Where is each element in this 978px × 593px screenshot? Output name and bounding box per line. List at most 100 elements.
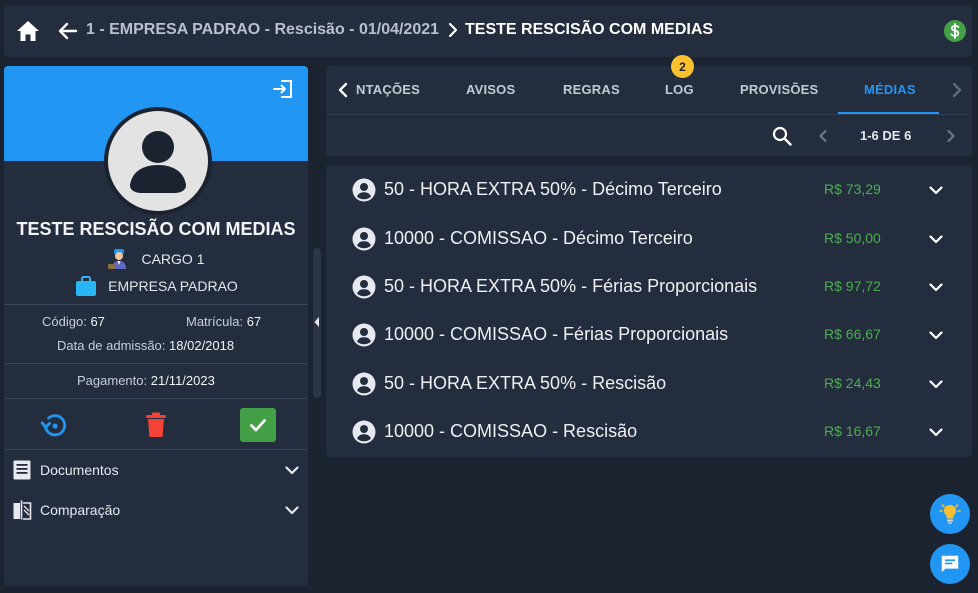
account-circle-icon xyxy=(352,275,376,299)
lightbulb-icon xyxy=(939,504,961,524)
arrow-left-icon[interactable] xyxy=(56,19,80,43)
briefcase-icon xyxy=(76,276,97,296)
chevron-left-icon[interactable] xyxy=(334,80,352,100)
list-item[interactable]: 50 - HORA EXTRA 50% - Férias Proporciona… xyxy=(326,262,972,310)
tab-bar: NTAÇÕES AVISOS REGRAS LOG PROVISÕES MÉDI… xyxy=(326,66,972,114)
item-value: R$ 66,67 xyxy=(824,326,881,342)
divider xyxy=(4,304,308,305)
log-badge: 2 xyxy=(671,55,694,78)
divider xyxy=(4,363,308,364)
employee-empresa: EMPRESA PADRAO xyxy=(4,275,308,297)
restore-button[interactable] xyxy=(36,408,72,442)
admissao-label: Data de admissão: xyxy=(57,338,166,353)
matricula-row: Matrícula: 67 xyxy=(186,314,261,329)
dollar-circle-icon[interactable] xyxy=(944,20,966,42)
tab-provisoes[interactable]: PROVISÕES xyxy=(740,82,818,97)
employee-name: TESTE RESCISÃO COM MEDIAS xyxy=(16,219,296,239)
chevron-down-icon[interactable] xyxy=(928,327,944,343)
section-label: Comparação xyxy=(40,502,121,518)
chevron-right-icon[interactable] xyxy=(942,127,960,145)
list-item[interactable]: 10000 - COMISSAO - Férias Proporcionais … xyxy=(326,310,972,358)
chevron-down-icon[interactable] xyxy=(928,182,944,198)
user-silhouette-icon xyxy=(130,131,186,193)
chat-icon xyxy=(941,555,959,573)
item-value: R$ 73,29 xyxy=(824,181,881,197)
tab-orientacoes[interactable]: NTAÇÕES xyxy=(356,82,420,97)
tab-log[interactable]: LOG xyxy=(665,82,694,97)
chevron-down-icon xyxy=(285,466,299,475)
list-item[interactable]: 10000 - COMISSAO - Décimo Terceiro R$ 50… xyxy=(326,214,972,262)
chevron-down-icon[interactable] xyxy=(928,279,944,295)
employee-cargo: CARGO 1 xyxy=(4,248,308,270)
breadcrumb-current: TESTE RESCISÃO COM MEDIAS xyxy=(465,21,714,38)
section-documentos[interactable]: Documentos xyxy=(12,455,302,485)
chevron-down-icon[interactable] xyxy=(928,376,944,392)
avatar xyxy=(104,107,212,215)
matricula-value: 67 xyxy=(246,314,262,329)
tips-button[interactable] xyxy=(930,494,970,534)
top-bar: 1 - EMPRESA PADRAO - Rescisão - 01/04/20… xyxy=(4,5,972,57)
chevron-down-icon[interactable] xyxy=(928,424,944,440)
confirm-button[interactable] xyxy=(240,408,276,442)
account-circle-icon xyxy=(352,178,376,202)
chevron-down-icon xyxy=(285,506,299,515)
item-label: 10000 - COMISSAO - Férias Proporcionais xyxy=(384,324,729,344)
delete-button[interactable] xyxy=(138,408,174,442)
item-value: R$ 24,43 xyxy=(824,375,881,391)
search-icon[interactable] xyxy=(771,125,793,147)
item-value: R$ 50,00 xyxy=(824,230,881,246)
breadcrumb: 1 - EMPRESA PADRAO - Rescisão - 01/04/20… xyxy=(86,21,713,39)
list-item[interactable]: 50 - HORA EXTRA 50% - Rescisão R$ 24,43 xyxy=(326,359,972,407)
restore-icon xyxy=(40,414,67,437)
account-circle-icon xyxy=(352,372,376,396)
item-label: 50 - HORA EXTRA 50% - Rescisão xyxy=(384,373,667,393)
pagamento-value: 21/11/2023 xyxy=(150,373,215,388)
admissao-row: Data de admissão: 18/02/2018 xyxy=(57,338,234,353)
chevron-right-icon[interactable] xyxy=(948,80,966,100)
document-list-icon xyxy=(13,460,31,480)
divider xyxy=(4,398,308,399)
account-circle-icon xyxy=(352,227,376,251)
list-item[interactable]: 10000 - COMISSAO - Rescisão R$ 16,67 xyxy=(326,407,972,455)
item-value: R$ 16,67 xyxy=(824,423,881,439)
employee-panel: TESTE RESCISÃO COM MEDIAS CARGO 1 EMPRES… xyxy=(4,66,308,586)
chat-button[interactable] xyxy=(930,544,970,584)
item-value: R$ 97,72 xyxy=(824,278,881,294)
medias-list: 50 - HORA EXTRA 50% - Décimo Terceiro R$… xyxy=(326,165,972,457)
empresa-label: EMPRESA PADRAO xyxy=(108,278,238,294)
compare-icon xyxy=(13,500,32,520)
panel-splitter[interactable] xyxy=(313,248,321,398)
chevron-down-icon[interactable] xyxy=(928,231,944,247)
home-icon[interactable] xyxy=(16,20,40,42)
item-label: 10000 - COMISSAO - Rescisão xyxy=(384,421,638,441)
item-label: 50 - HORA EXTRA 50% - Décimo Terceiro xyxy=(384,179,722,199)
pagamento-row: Pagamento: 21/11/2023 xyxy=(77,373,215,388)
chevron-left-icon[interactable] xyxy=(814,127,832,145)
section-label: Documentos xyxy=(40,462,119,478)
admissao-value: 18/02/2018 xyxy=(169,338,235,353)
breadcrumb-parent[interactable]: 1 - EMPRESA PADRAO - Rescisão - 01/04/20… xyxy=(86,21,439,39)
item-label: 50 - HORA EXTRA 50% - Férias Proporciona… xyxy=(384,276,758,296)
tab-avisos[interactable]: AVISOS xyxy=(466,82,515,97)
caret-left-icon[interactable] xyxy=(313,316,321,328)
pagination-label: 1-6 DE 6 xyxy=(860,128,912,143)
list-item[interactable]: 50 - HORA EXTRA 50% - Décimo Terceiro R$… xyxy=(326,165,972,213)
item-label: 10000 - COMISSAO - Décimo Terceiro xyxy=(384,228,693,248)
trash-icon xyxy=(146,412,166,437)
cargo-label: CARGO 1 xyxy=(141,251,205,267)
tab-regras[interactable]: REGRAS xyxy=(563,82,620,97)
employee-actions xyxy=(4,406,308,446)
section-comparacao[interactable]: Comparação xyxy=(12,495,302,525)
list-toolbar: 1-6 DE 6 xyxy=(326,114,972,156)
codigo-row: Código: 67 xyxy=(42,314,105,329)
exit-icon[interactable] xyxy=(272,78,294,100)
codigo-value: 67 xyxy=(90,314,105,329)
codigo-label: Código: xyxy=(42,314,87,329)
matricula-label: Matrícula: xyxy=(186,314,244,329)
chevron-right-icon xyxy=(448,22,458,38)
account-circle-icon xyxy=(352,420,376,444)
tab-medias[interactable]: MÉDIAS xyxy=(864,82,916,97)
account-circle-icon xyxy=(352,323,376,347)
worker-icon xyxy=(108,249,127,269)
divider xyxy=(4,449,308,450)
